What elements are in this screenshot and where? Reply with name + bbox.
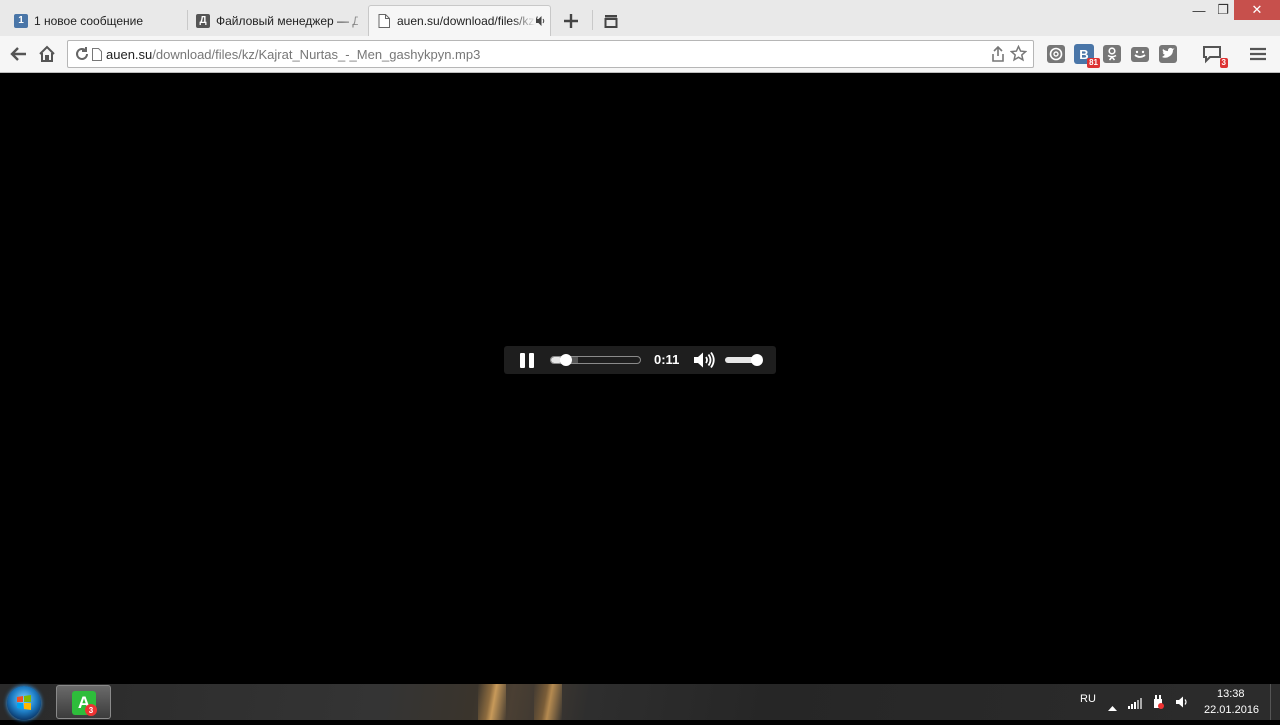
url-path: /download/files/kz/Kajrat_Nurtas_-_Men_g… xyxy=(152,47,481,62)
close-window-button[interactable]: ✕ xyxy=(1234,0,1280,20)
tab-messages[interactable]: 1 1 новое сообщение xyxy=(6,5,186,36)
hamburger-icon xyxy=(1250,47,1266,61)
speaker-icon[interactable] xyxy=(536,15,546,30)
arrow-left-icon xyxy=(10,47,26,61)
seek-thumb[interactable] xyxy=(559,354,572,366)
audio-player: 0:11 xyxy=(504,346,776,374)
tab-title: 1 новое сообщение xyxy=(34,13,144,28)
vk-favicon-icon: 1 xyxy=(14,13,28,28)
tab-file-manager[interactable]: Д Файловый менеджер — Джо xyxy=(188,5,366,36)
restore-button[interactable]: ❐ xyxy=(1212,0,1234,20)
file-manager-favicon-icon: Д xyxy=(196,13,210,28)
url-text: auen.su/download/files/kz/Kajrat_Nurtas_… xyxy=(106,47,480,62)
plus-icon xyxy=(564,14,578,28)
new-tab-button[interactable] xyxy=(562,12,580,30)
tab-overview-button[interactable] xyxy=(603,13,619,29)
tab-strip: 1 1 новое сообщение Д Файловый менеджер … xyxy=(0,0,1280,36)
address-bar[interactable]: auen.su/download/files/kz/Kajrat_Nurtas_… xyxy=(67,40,1034,68)
smiley-box-icon[interactable] xyxy=(1128,42,1152,66)
volume-icon[interactable] xyxy=(693,351,715,369)
pause-button[interactable] xyxy=(520,353,535,368)
windows-taskbar: A 3 RU 13:38 22.01.2016 xyxy=(0,684,1280,720)
page-icon xyxy=(377,14,391,28)
home-button[interactable] xyxy=(35,42,59,66)
windows-logo-icon xyxy=(17,695,31,710)
volume-tray-icon[interactable] xyxy=(1175,695,1189,714)
back-button[interactable] xyxy=(7,42,31,66)
show-desktop-button[interactable] xyxy=(1270,684,1280,720)
taskbar-app-button[interactable]: A 3 xyxy=(56,685,111,719)
vk-badge: 81 xyxy=(1087,58,1100,68)
wallpaper-streak xyxy=(478,684,506,720)
start-button[interactable] xyxy=(7,686,41,720)
chevron-up-icon xyxy=(1108,706,1117,711)
bookmark-star-icon[interactable] xyxy=(1009,44,1028,67)
menu-button[interactable] xyxy=(1246,42,1270,66)
page-icon xyxy=(92,48,102,66)
reload-icon[interactable] xyxy=(74,46,90,67)
share-icon[interactable] xyxy=(990,45,1006,67)
power-plug-icon[interactable] xyxy=(1151,694,1165,715)
clock-date[interactable]: 22.01.2016 xyxy=(1204,704,1259,716)
wallpaper-streak xyxy=(534,684,562,720)
network-icon[interactable] xyxy=(1128,696,1142,714)
show-hidden-icons-button[interactable] xyxy=(1108,698,1117,716)
twitter-icon[interactable] xyxy=(1156,42,1180,66)
current-time: 0:11 xyxy=(654,352,680,367)
chat-badge: 3 xyxy=(1219,58,1228,68)
home-icon xyxy=(39,45,55,62)
vk-icon[interactable]: В 81 xyxy=(1072,42,1100,68)
tab-title: Файловый менеджер — Джо xyxy=(216,13,358,28)
mail-at-icon[interactable] xyxy=(1044,42,1068,66)
language-indicator[interactable]: RU xyxy=(1080,693,1096,705)
tab-auen-active[interactable]: auen.su/download/files/kz/ xyxy=(368,5,551,36)
clock-time[interactable]: 13:38 xyxy=(1217,688,1245,700)
window-stack-icon xyxy=(604,15,618,28)
odnoklassniki-icon[interactable] xyxy=(1100,42,1124,66)
minimize-button[interactable]: — xyxy=(1188,0,1210,20)
browser-toolbar: auen.su/download/files/kz/Kajrat_Nurtas_… xyxy=(0,36,1280,73)
chat-icon[interactable]: 3 xyxy=(1200,42,1228,68)
url-host: auen.su xyxy=(106,47,153,62)
app-badge: 3 xyxy=(85,704,97,716)
volume-thumb[interactable] xyxy=(751,354,763,366)
